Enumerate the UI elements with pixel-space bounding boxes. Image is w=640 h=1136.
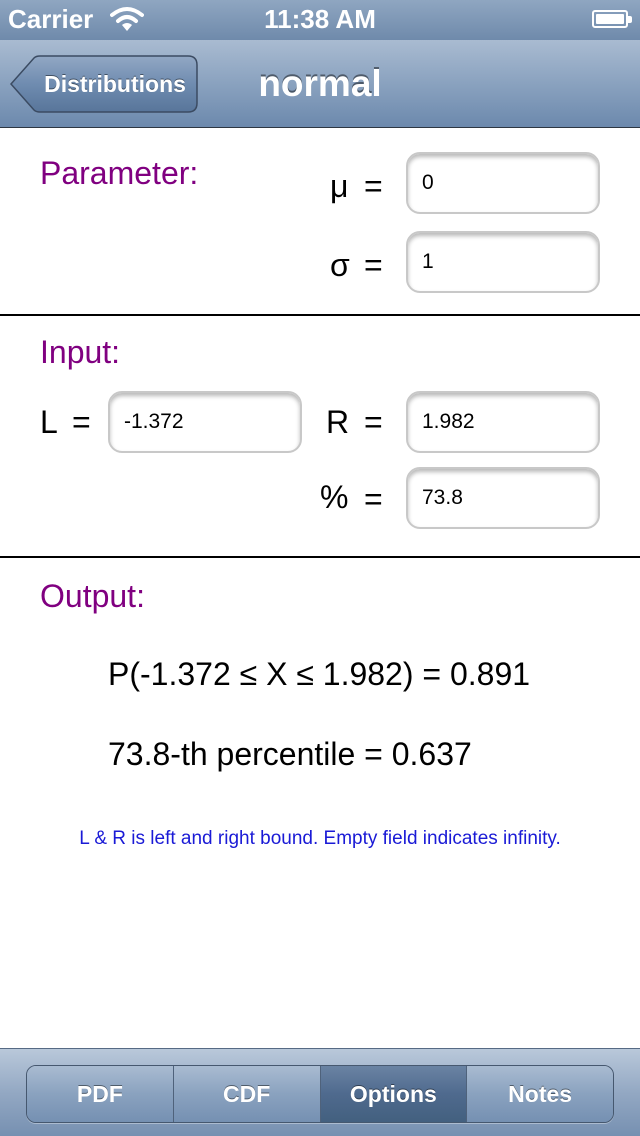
mu-equals: = — [364, 168, 383, 204]
segment-pdf[interactable]: PDF — [27, 1066, 173, 1122]
sigma-symbol: σ — [330, 247, 350, 283]
r-equals: = — [364, 404, 383, 440]
divider — [0, 556, 640, 558]
percent-field[interactable]: 73.8 — [406, 467, 600, 529]
mu-field[interactable]: 0 — [406, 152, 600, 214]
segment-cdf[interactable]: CDF — [172, 1066, 320, 1122]
input-heading: Input: — [40, 334, 121, 370]
status-bar: Carrier 11:38 AM — [0, 0, 640, 40]
probability-result: P(-1.372 ≤ X ≤ 1.982) = 0.891 — [108, 656, 531, 692]
left-bound-field[interactable]: -1.372 — [108, 391, 302, 453]
l-equals: = — [72, 404, 91, 440]
status-time: 11:38 AM — [264, 4, 376, 34]
output-heading: Output: — [40, 578, 145, 614]
percent-equals: = — [364, 481, 383, 517]
parameter-heading: Parameter: — [40, 155, 199, 191]
percent-symbol: % — [320, 479, 349, 515]
view-segmented-control: PDF CDF Options Notes — [26, 1065, 614, 1123]
sigma-field[interactable]: 1 — [406, 231, 600, 293]
divider — [0, 314, 640, 316]
back-button[interactable]: Distributions — [10, 55, 198, 113]
r-symbol: R — [326, 404, 350, 440]
sigma-equals: = — [364, 247, 383, 283]
bounds-note: L & R is left and right bound. Empty fie… — [79, 828, 561, 849]
segment-notes[interactable]: Notes — [466, 1066, 613, 1122]
bottom-toolbar: PDF CDF Options Notes — [0, 1048, 640, 1136]
segment-options[interactable]: Options — [319, 1066, 467, 1122]
mu-symbol: μ — [330, 168, 349, 204]
back-button-label: Distributions — [44, 71, 186, 97]
right-bound-field[interactable]: 1.982 — [406, 391, 600, 453]
percentile-result: 73.8-th percentile = 0.637 — [108, 736, 472, 772]
l-symbol: L — [40, 404, 58, 440]
battery-icon — [592, 10, 632, 28]
navigation-bar: normal Distributions — [0, 40, 640, 128]
